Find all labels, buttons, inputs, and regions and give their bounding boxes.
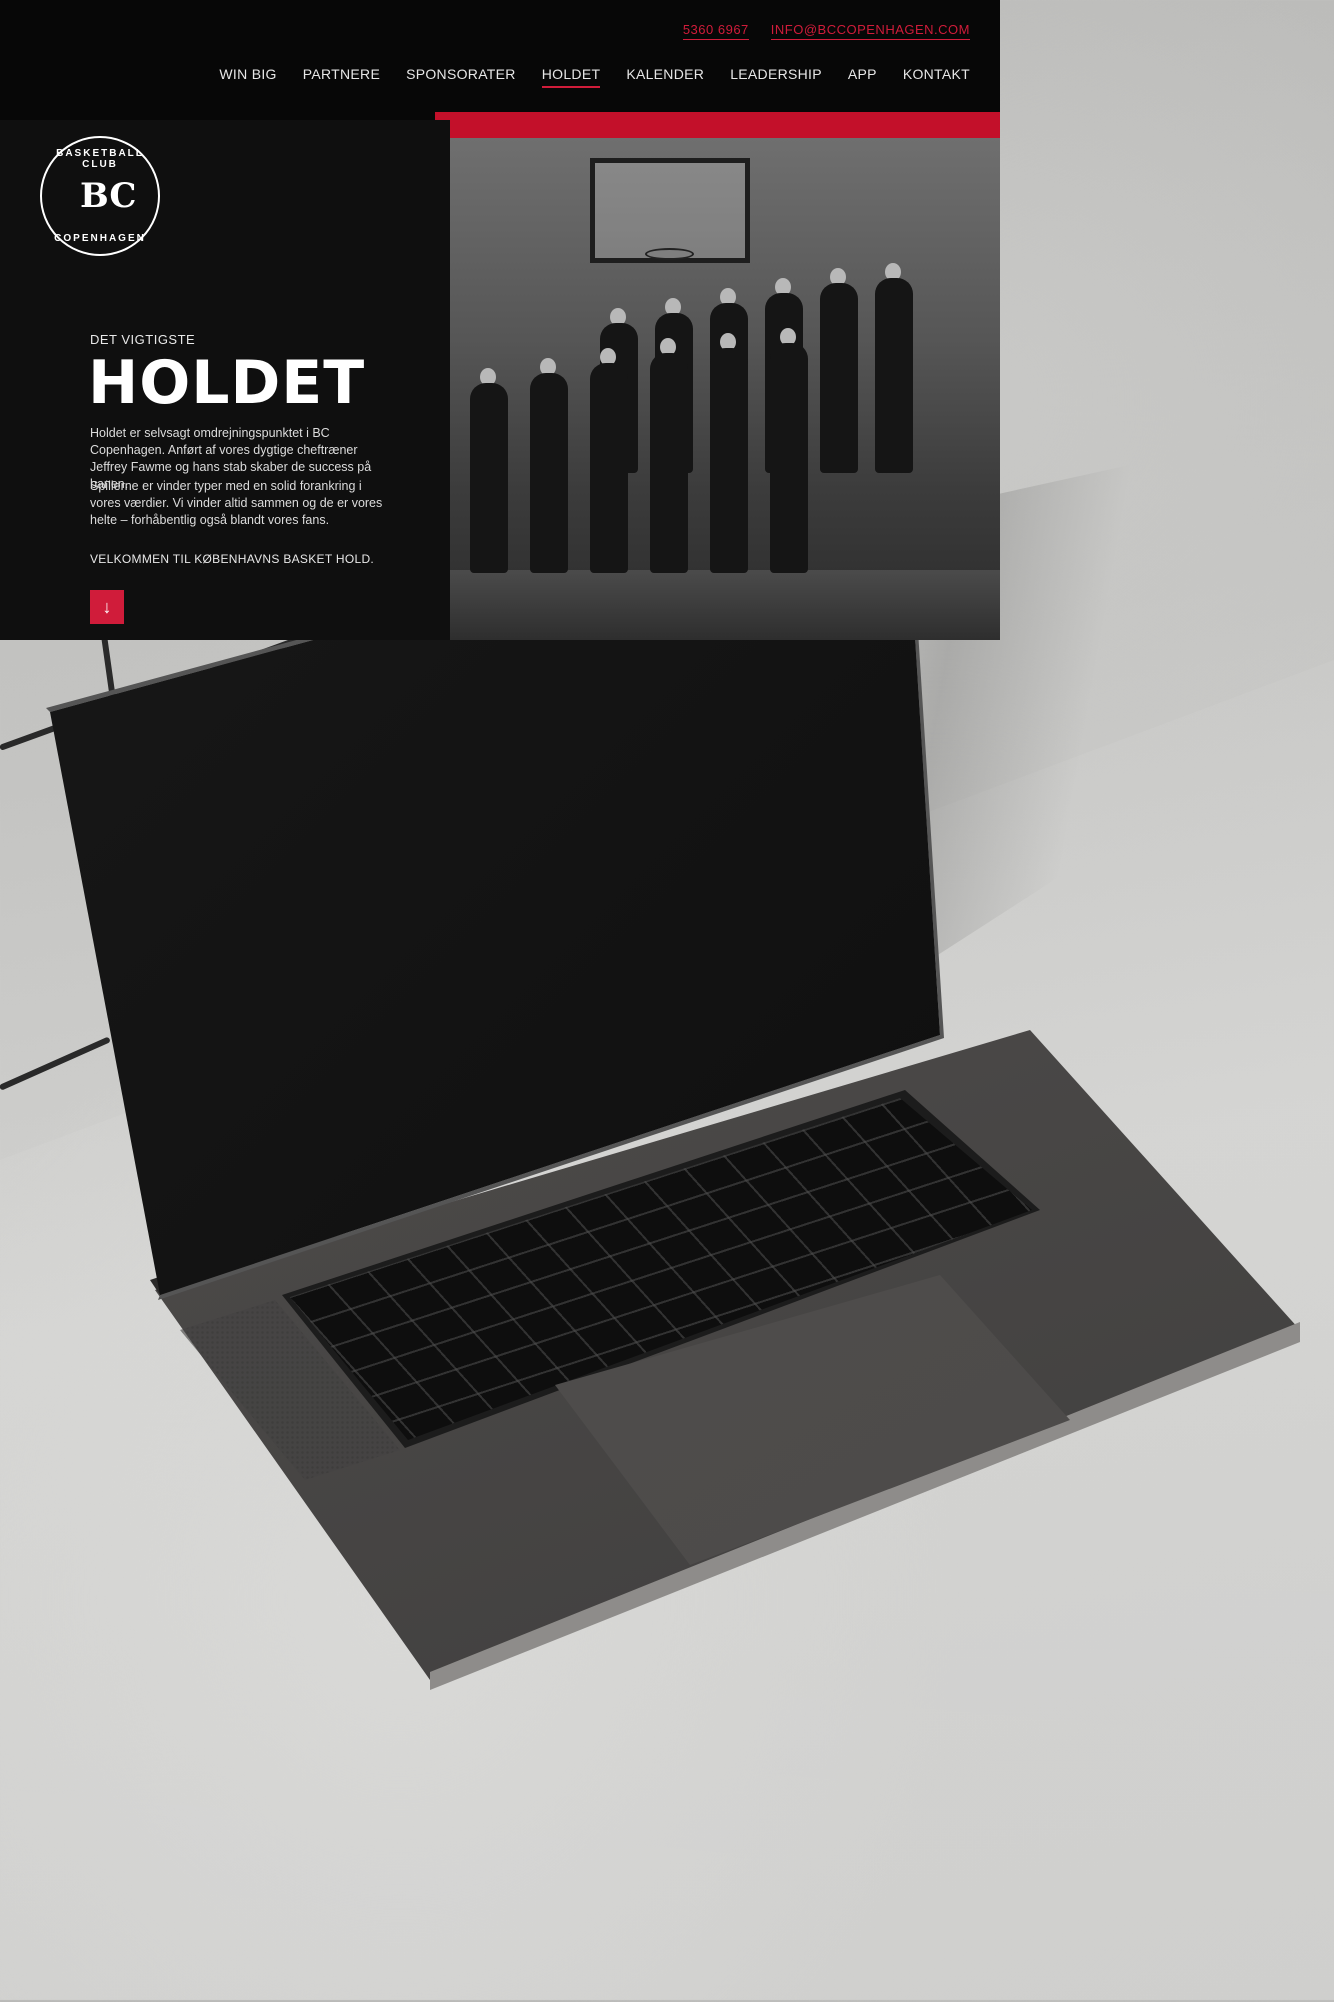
site-header: 5360 6967 INFO@BCCOPENHAGEN.COM WIN BIG … (0, 0, 1000, 120)
grid-bar (0, 1036, 111, 1091)
hero-eyebrow: DET VIGTIGSTE (90, 332, 196, 347)
team-photo (450, 138, 1000, 640)
scroll-down-button[interactable]: ↓ (90, 590, 124, 624)
basket-rim (645, 248, 694, 260)
hero-paragraph-2: Spillerne er vinder typer med en solid f… (90, 479, 383, 527)
nav-item-partnere[interactable]: PARTNERE (303, 66, 380, 88)
logo-monogram: BC (80, 176, 137, 216)
accent-bar (435, 112, 1000, 138)
page-title: HOLDET (88, 348, 366, 418)
player (820, 283, 858, 473)
player (530, 373, 568, 573)
nav-item-kontakt[interactable]: KONTAKT (903, 66, 970, 88)
phone-link[interactable]: 5360 6967 (682, 22, 749, 40)
player (650, 353, 688, 573)
main-nav: WIN BIG PARTNERE SPONSORATER HOLDET KALE… (219, 66, 970, 88)
club-logo[interactable]: BASKETBALL CLUB BC COPENHAGEN (40, 136, 160, 256)
arrow-down-icon: ↓ (102, 597, 112, 617)
nav-item-app[interactable]: APP (848, 66, 877, 88)
player (770, 343, 808, 573)
nav-item-holdet[interactable]: HOLDET (541, 66, 601, 88)
nav-item-kalender[interactable]: KALENDER (626, 66, 704, 88)
nav-item-win-big[interactable]: WIN BIG (219, 66, 276, 88)
contact-row: 5360 6967 INFO@BCCOPENHAGEN.COM (682, 22, 970, 40)
screen: 5360 6967 INFO@BCCOPENHAGEN.COM WIN BIG … (0, 0, 1000, 640)
logo-bottom-text: COPENHAGEN (54, 233, 146, 244)
nav-item-leadership[interactable]: LEADERSHIP (730, 66, 822, 88)
court-floor (450, 570, 1000, 640)
logo-top-text: BASKETBALL CLUB (56, 148, 144, 170)
hero-welcome: VELKOMMEN TIL KØBENHAVNS BASKET HOLD. (90, 552, 375, 566)
email-link[interactable]: INFO@BCCOPENHAGEN.COM (770, 22, 970, 40)
player (590, 363, 628, 573)
hero-text-panel: BASKETBALL CLUB BC COPENHAGEN DET VIGTIG… (0, 120, 450, 640)
nav-item-sponsorater[interactable]: SPONSORATER (406, 66, 516, 88)
player (875, 278, 913, 473)
player (710, 348, 748, 573)
player (470, 383, 508, 573)
